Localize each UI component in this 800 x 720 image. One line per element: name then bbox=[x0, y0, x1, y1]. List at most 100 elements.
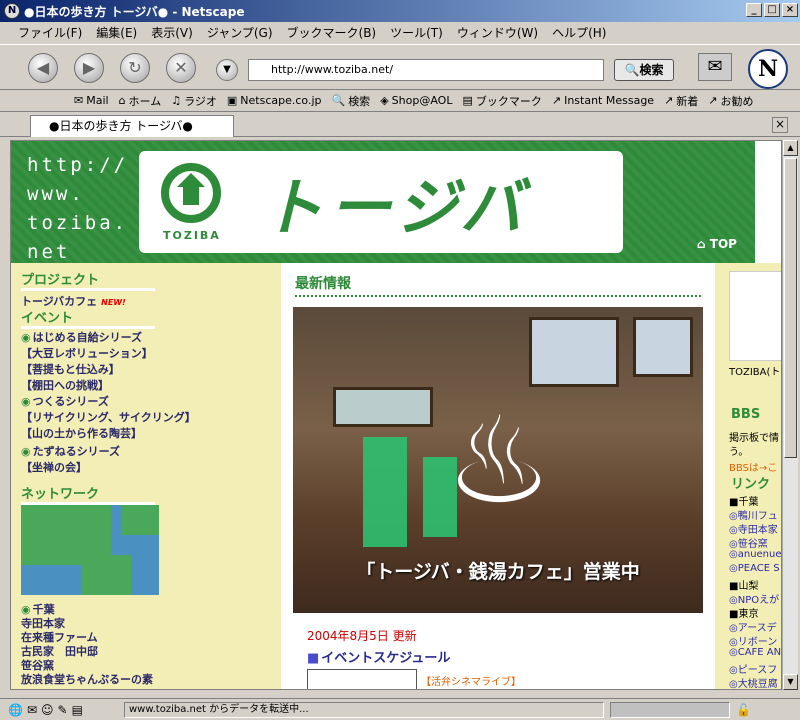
close-window-button[interactable]: × bbox=[782, 3, 798, 17]
update-date: 2004年8月5日 更新 bbox=[307, 629, 417, 643]
security-lock-icon[interactable]: 🔓 bbox=[736, 703, 751, 717]
toolbar-radio[interactable]: ♫ ラジオ bbox=[171, 93, 217, 109]
toolbar-shop-label: Shop@AOL bbox=[391, 94, 453, 107]
top-link[interactable]: ⌂ TOP bbox=[697, 237, 737, 251]
toolbar-im[interactable]: ↗ Instant Message bbox=[552, 94, 654, 107]
back-button[interactable]: ◀ bbox=[28, 53, 58, 83]
event-link[interactable]: つくるシリーズ bbox=[21, 393, 109, 409]
minimize-button[interactable]: _ bbox=[746, 3, 762, 17]
event-link[interactable]: 【大豆レボリューション】 bbox=[21, 345, 153, 361]
link-item[interactable]: ◎リボーン bbox=[729, 633, 777, 648]
netscape-throbber-icon[interactable]: N bbox=[748, 49, 788, 89]
navigator-icon[interactable]: 🌐 bbox=[8, 703, 23, 717]
link-item[interactable]: ◎anuenue bbox=[729, 549, 781, 560]
toolbar-new[interactable]: ↗ 新着 bbox=[664, 93, 698, 109]
toolbar-search[interactable]: 🔍 検索 bbox=[331, 93, 370, 109]
event-link[interactable]: たずねるシリーズ bbox=[21, 443, 120, 459]
cafe-photo[interactable]: ♨ 「トージバ・銭湯カフェ」営業中 bbox=[293, 307, 703, 613]
bbs-text: う。 bbox=[729, 447, 749, 458]
stop-button[interactable]: ✕ bbox=[166, 53, 196, 83]
banner-url-text: http:// www. toziba. net bbox=[27, 154, 129, 263]
event-thumbnail[interactable] bbox=[307, 669, 417, 689]
link-item[interactable]: ◎鴨川フュ bbox=[729, 507, 778, 522]
menu-tools[interactable]: ツール(T) bbox=[390, 24, 443, 41]
menu-bookmarks[interactable]: ブックマーク(B) bbox=[287, 24, 377, 41]
toolbar-netscape[interactable]: ▣ Netscape.co.jp bbox=[227, 94, 322, 107]
toolbar-recommend[interactable]: ↗ お勧め bbox=[708, 93, 753, 109]
event-link[interactable]: 【棚田への挑戦】 bbox=[21, 377, 109, 393]
close-tab-button[interactable]: × bbox=[772, 117, 788, 133]
link-item[interactable]: ◎笹谷窯 bbox=[729, 535, 768, 550]
toolbar-home[interactable]: ⌂ ホーム bbox=[119, 93, 162, 109]
network-link[interactable]: 放浪食堂ちゃんぷるーの素 bbox=[21, 671, 153, 687]
network-map[interactable] bbox=[21, 505, 159, 595]
address-book-icon[interactable]: ▤ bbox=[72, 703, 83, 717]
toolbar-im-label: Instant Message bbox=[564, 94, 655, 107]
event-link[interactable]: 【山の土から作る陶芸】 bbox=[21, 425, 142, 441]
site-logo[interactable]: TOZIBA トージバ bbox=[139, 151, 623, 253]
event-link[interactable]: 【リサイクリング、サイクリング】 bbox=[21, 409, 196, 425]
toolbar-shop[interactable]: ◈ Shop@AOL bbox=[380, 94, 452, 107]
menu-help[interactable]: ヘルプ(H) bbox=[552, 24, 606, 41]
link-item[interactable]: ◎寺田本家 bbox=[729, 521, 778, 536]
bbs-heading: BBS bbox=[731, 407, 761, 422]
tab-title: ●日本の歩き方 トージバ● bbox=[49, 119, 193, 133]
shop-icon: ◈ bbox=[380, 94, 389, 107]
url-history-dropdown[interactable]: ▼ bbox=[216, 59, 238, 81]
menu-window[interactable]: ウィンドウ(W) bbox=[457, 24, 538, 41]
window-controls: _ □ × bbox=[746, 3, 798, 17]
magnifier-icon: 🔍 bbox=[624, 63, 640, 77]
photo-window bbox=[633, 317, 693, 377]
logo-house-icon bbox=[183, 187, 199, 205]
web-page: http:// www. toziba. net TOZIBA トージバ ⌂ T… bbox=[10, 140, 782, 690]
mail-status-icon[interactable]: ✉ bbox=[698, 53, 732, 81]
map-land bbox=[121, 505, 159, 535]
event-link[interactable]: 【菩提もと仕込み】 bbox=[21, 361, 120, 377]
im-icon[interactable]: ☺ bbox=[41, 703, 54, 717]
logo-title: トージバ bbox=[261, 171, 529, 244]
url-field[interactable]: http://www.toziba.net/ bbox=[248, 59, 604, 81]
toolbar-search-label: 検索 bbox=[348, 94, 371, 108]
event-schedule-link[interactable]: イベントスケジュール bbox=[307, 647, 450, 666]
link-item[interactable]: ◎ピースフ bbox=[729, 661, 777, 676]
composer-icon[interactable]: ✎ bbox=[58, 703, 68, 717]
link-item[interactable]: ◎NPOえが bbox=[729, 591, 779, 606]
menu-go[interactable]: ジャンプ(G) bbox=[207, 24, 273, 41]
top-link-label: TOP bbox=[709, 237, 737, 251]
link-item[interactable]: ◎アースデ bbox=[729, 619, 777, 634]
event-link[interactable]: はじめる自給シリーズ bbox=[21, 329, 142, 345]
news-divider bbox=[295, 295, 701, 297]
reload-icon: ↻ bbox=[128, 58, 142, 77]
bbs-link[interactable]: BBSは→こ bbox=[729, 459, 777, 474]
vertical-scrollbar[interactable]: ▲ ▼ bbox=[782, 140, 798, 690]
logo-roof-icon bbox=[177, 173, 205, 187]
link-item[interactable]: ◎PEACE S bbox=[729, 563, 780, 574]
event-link[interactable]: 【坐禅の会】 bbox=[21, 459, 87, 475]
scroll-down-arrow[interactable]: ▼ bbox=[783, 674, 798, 690]
cinema-link[interactable]: 【活弁シネマライブ】 bbox=[421, 673, 521, 688]
toziba-thumbnail[interactable] bbox=[729, 271, 781, 361]
toolbar-mail[interactable]: ✉ Mail bbox=[74, 94, 109, 107]
link-icon: ↗ bbox=[664, 94, 674, 107]
menu-file[interactable]: ファイル(F) bbox=[18, 24, 82, 41]
photo-caption: 「トージバ・銭湯カフェ」営業中 bbox=[356, 561, 640, 583]
forward-arrow-icon: ▶ bbox=[82, 58, 96, 77]
scroll-up-arrow[interactable]: ▲ bbox=[783, 140, 798, 156]
menu-view[interactable]: 表示(V) bbox=[151, 24, 193, 41]
link-item[interactable]: ◎CAFE AN bbox=[729, 647, 781, 658]
title-bar: N ●日本の歩き方 トージバ● - Netscape _ □ × bbox=[0, 0, 800, 22]
maximize-button[interactable]: □ bbox=[764, 3, 780, 17]
reload-button[interactable]: ↻ bbox=[120, 53, 150, 83]
menu-edit[interactable]: 編集(E) bbox=[96, 24, 137, 41]
mail-icon[interactable]: ✉ bbox=[27, 703, 37, 717]
toolbar-bookmarks[interactable]: ▤ ブックマーク bbox=[462, 93, 541, 109]
forward-button[interactable]: ▶ bbox=[74, 53, 104, 83]
thumb-caption[interactable]: TOZIBA(トー bbox=[729, 363, 781, 378]
search-button[interactable]: 🔍検索 bbox=[614, 59, 674, 81]
link-item[interactable]: ◎大桃豆腐 bbox=[729, 675, 778, 689]
toolbar-radio-label: ラジオ bbox=[184, 94, 217, 108]
netscape-app-icon: N bbox=[4, 3, 20, 19]
link-icon: ↗ bbox=[708, 94, 718, 107]
tab-active[interactable]: ●日本の歩き方 トージバ● bbox=[30, 115, 234, 137]
scroll-thumb[interactable] bbox=[784, 158, 797, 458]
